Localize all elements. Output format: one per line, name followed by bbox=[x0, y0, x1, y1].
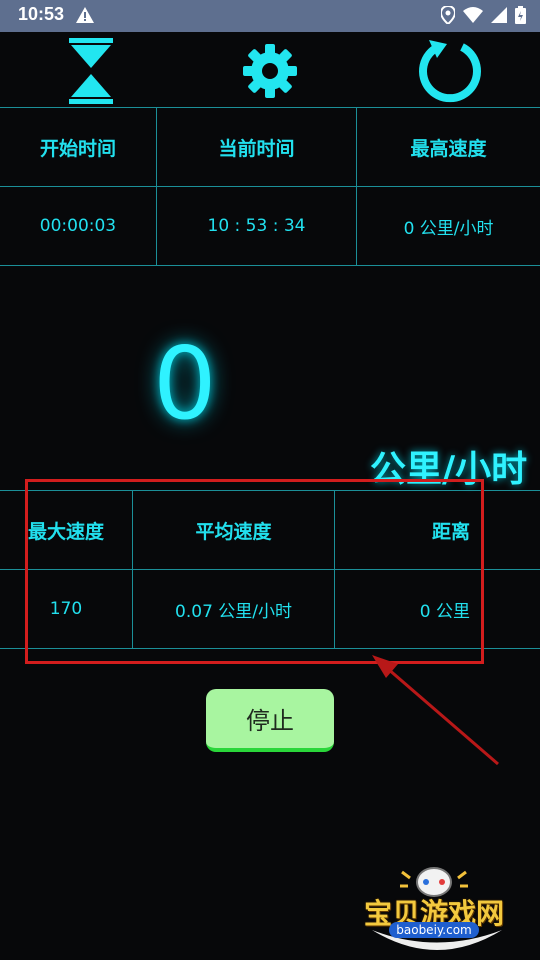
table-row: 00:00:03 10 : 53 : 34 0 公里/小时 bbox=[0, 186, 540, 266]
toolbar bbox=[0, 32, 540, 107]
signal-icon bbox=[491, 7, 507, 27]
status-time: 10:53 bbox=[18, 4, 65, 24]
start-time-value: 00:00:03 bbox=[0, 186, 157, 266]
table-row: 开始时间 当前时间 最高速度 bbox=[0, 107, 540, 187]
warning-icon bbox=[76, 7, 94, 27]
watermark-logo: 宝贝游戏网 baobeiy.com bbox=[362, 860, 512, 956]
highlight-box bbox=[25, 479, 484, 664]
current-time-header: 当前时间 bbox=[155, 107, 358, 187]
stop-button[interactable]: 停止 bbox=[206, 689, 334, 752]
start-time-header: 开始时间 bbox=[0, 107, 157, 187]
hourglass-icon[interactable] bbox=[56, 36, 126, 106]
speedometer-screen: 10:53 开始时间 当前时间 最高速度 00:00:03 10: 53: … bbox=[0, 0, 540, 960]
wifi-icon bbox=[463, 7, 483, 27]
battery-icon bbox=[515, 6, 526, 28]
refresh-icon[interactable] bbox=[415, 36, 485, 106]
gear-icon[interactable] bbox=[235, 36, 305, 106]
current-time-value: 10 : 53 : 34 bbox=[155, 186, 358, 266]
annotation-arrow bbox=[372, 655, 499, 766]
trip-info-table: 开始时间 当前时间 最高速度 00:00:03 10 : 53 : 34 0 公… bbox=[0, 107, 540, 266]
top-speed-header: 最高速度 bbox=[356, 107, 540, 187]
top-speed-value: 0 公里/小时 bbox=[356, 186, 540, 266]
watermark-url: baobeiy.com bbox=[389, 922, 479, 938]
current-speed: 0 bbox=[153, 325, 217, 442]
status-bar: 10:53 bbox=[0, 0, 540, 32]
location-icon bbox=[439, 4, 457, 28]
system-icons bbox=[439, 4, 526, 28]
